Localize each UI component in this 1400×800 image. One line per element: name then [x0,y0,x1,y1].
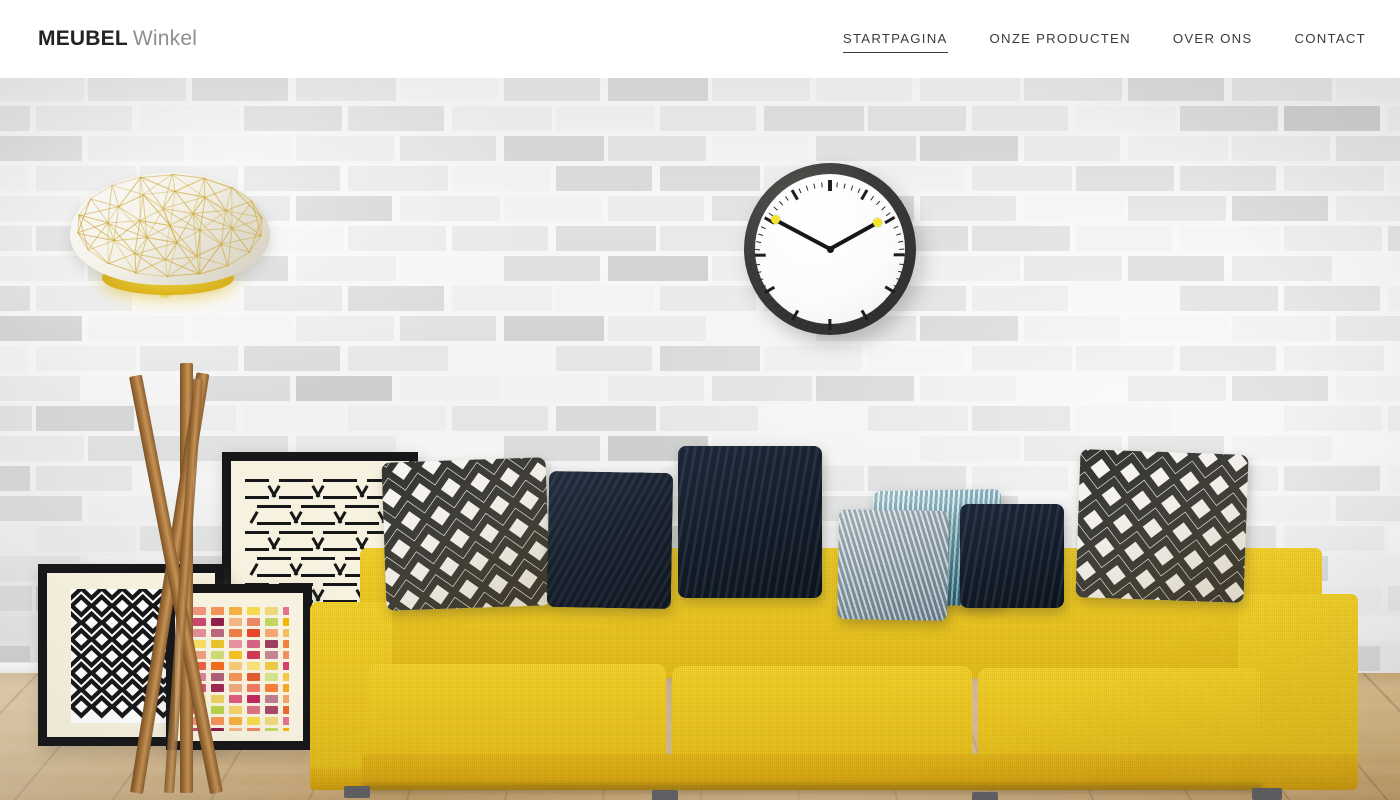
cushion-navy-left [547,471,673,609]
sofa-foot-right [1252,788,1282,800]
brand-name-strong: MEUBEL [38,27,128,50]
nav-item-onze-producten[interactable]: ONZE PRODUCTEN [990,31,1131,53]
sofa-contact-shadow [362,784,1262,794]
cushion-diamond-left [381,457,550,611]
sofa-foot-mid-right [972,792,998,800]
sofa-foot-mid-left [652,790,678,800]
sofa-seat-cushion-2 [672,666,972,768]
cushion-navy-center [678,446,822,598]
sofa-seat-cushion-1 [368,664,666,766]
cushion-navy-right [960,504,1064,608]
lamp-shade [70,173,270,285]
site-header: MEUBEL Winkel STARTPAGINA ONZE PRODUCTEN … [0,0,1400,78]
brand-logo[interactable]: MEUBEL Winkel [38,27,197,51]
brand-name-light: Winkel [133,27,197,50]
nav-item-over-ons[interactable]: OVER ONS [1173,31,1253,53]
nav-item-contact[interactable]: CONTACT [1294,31,1366,53]
cushion-grey [837,509,949,621]
main-navigation: STARTPAGINA ONZE PRODUCTEN OVER ONS CONT… [843,31,1366,53]
yellow-sofa [300,78,1370,800]
cushion-diamond-right [1075,449,1248,603]
sofa-foot-left [344,786,370,798]
hero-banner-image [0,78,1400,800]
nav-item-startpagina[interactable]: STARTPAGINA [843,31,948,53]
